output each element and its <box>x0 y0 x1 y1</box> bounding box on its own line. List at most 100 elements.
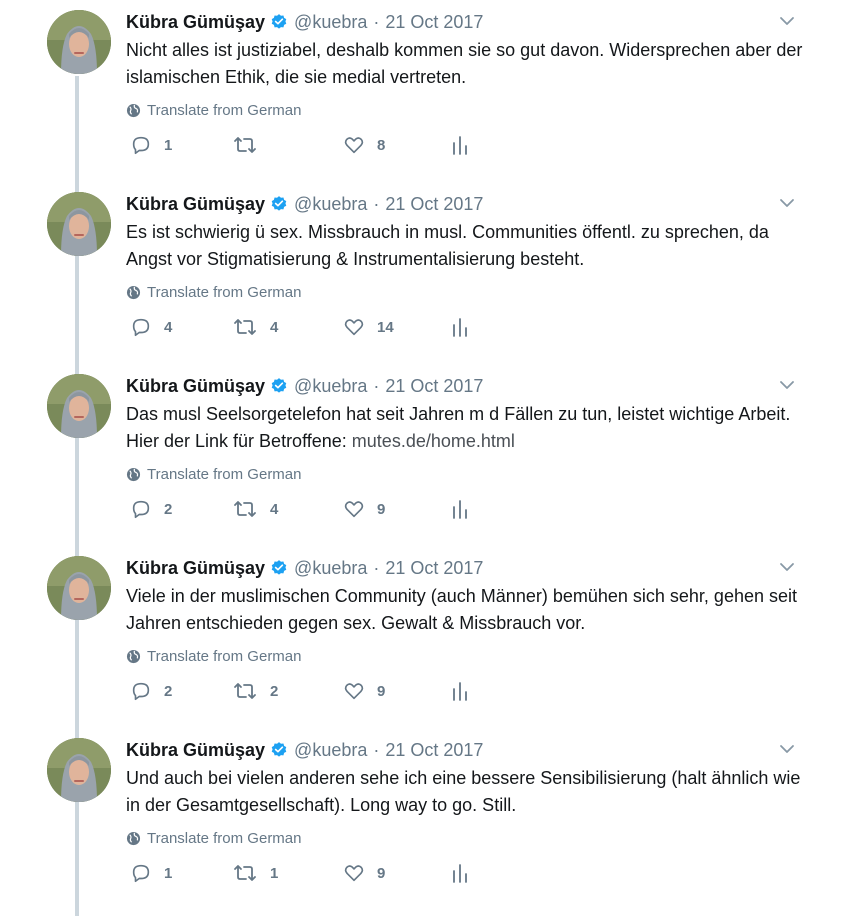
reply-button[interactable]: 2 <box>130 498 172 520</box>
tweet-text-body: Und auch bei vielen anderen sehe ich ein… <box>126 768 801 815</box>
tweet: Kübra Gümüşay @kuebra · 21 Oct 2017 Viel… <box>0 546 846 728</box>
chevron-down-icon[interactable] <box>778 12 796 30</box>
verified-badge-icon <box>270 377 288 395</box>
analytics-button[interactable] <box>452 316 468 338</box>
heart-icon <box>344 137 364 154</box>
chevron-down-icon[interactable] <box>778 558 796 576</box>
tweet-header: Kübra Gümüşay @kuebra · 21 Oct 2017 <box>126 10 483 34</box>
author-name[interactable]: Kübra Gümüşay <box>126 194 265 215</box>
chevron-down-icon[interactable] <box>778 376 796 394</box>
tweet: Kübra Gümüşay @kuebra · 21 Oct 2017 Das … <box>0 364 846 546</box>
tweet-actions: 1 1 9 <box>130 862 490 884</box>
author-name[interactable]: Kübra Gümüşay <box>126 376 265 397</box>
analytics-icon <box>453 136 467 155</box>
tweet-date[interactable]: 21 Oct 2017 <box>385 740 483 761</box>
retweet-button[interactable]: 1 <box>232 862 278 884</box>
retweet-button[interactable]: 4 <box>232 316 278 338</box>
retweet-button[interactable]: 4 <box>232 498 278 520</box>
avatar[interactable] <box>47 738 111 802</box>
verified-badge-icon <box>270 559 288 577</box>
tweet: Kübra Gümüşay @kuebra · 21 Oct 2017 Es i… <box>0 182 846 364</box>
tweet-date[interactable]: 21 Oct 2017 <box>385 558 483 579</box>
tweet-link[interactable]: mutes.de/home.html <box>352 431 515 451</box>
retweet-button[interactable] <box>232 134 270 156</box>
tweet-text: Es ist schwierig ü sex. Missbrauch in mu… <box>126 219 806 273</box>
like-button[interactable]: 9 <box>343 680 385 702</box>
translate-label: Translate from German <box>147 830 302 847</box>
tweet-text-body: Viele in der muslimischen Community (auc… <box>126 586 797 633</box>
tweet-text: Und auch bei vielen anderen sehe ich ein… <box>126 765 806 819</box>
reply-count: 1 <box>164 864 173 882</box>
heart-icon <box>344 501 364 518</box>
reply-icon <box>132 682 150 701</box>
author-name[interactable]: Kübra Gümüşay <box>126 558 265 579</box>
like-count: 9 <box>377 864 386 882</box>
tweet-header: Kübra Gümüşay @kuebra · 21 Oct 2017 <box>126 556 483 580</box>
reply-count: 2 <box>164 682 173 700</box>
separator-dot: · <box>373 193 380 214</box>
retweet-count: 2 <box>270 682 279 700</box>
tweet-date[interactable]: 21 Oct 2017 <box>385 12 483 33</box>
reply-button[interactable]: 1 <box>130 134 172 156</box>
retweet-count: 1 <box>270 864 279 882</box>
like-button[interactable]: 9 <box>343 862 385 884</box>
tweet-actions: 1 8 <box>130 134 490 156</box>
retweet-count: 4 <box>270 500 279 518</box>
tweet-date[interactable]: 21 Oct 2017 <box>385 194 483 215</box>
retweet-icon <box>234 137 256 153</box>
tweet-actions: 4 4 14 <box>130 316 490 338</box>
translate-link[interactable]: Translate from German <box>126 284 302 301</box>
translate-link[interactable]: Translate from German <box>126 830 302 847</box>
reply-icon <box>132 318 150 337</box>
translate-link[interactable]: Translate from German <box>126 102 302 119</box>
like-count: 8 <box>377 136 386 154</box>
author-name[interactable]: Kübra Gümüşay <box>126 12 265 33</box>
analytics-button[interactable] <box>452 134 468 156</box>
author-handle[interactable]: @kuebra <box>294 194 367 215</box>
heart-icon <box>344 683 364 700</box>
avatar[interactable] <box>47 192 111 256</box>
reply-button[interactable]: 2 <box>130 680 172 702</box>
reply-button[interactable]: 4 <box>130 316 172 338</box>
tweet-text-body: Nicht alles ist justiziabel, deshalb kom… <box>126 40 803 87</box>
like-button[interactable]: 8 <box>343 134 385 156</box>
retweet-icon <box>234 865 256 881</box>
retweet-count: 4 <box>270 318 279 336</box>
author-name[interactable]: Kübra Gümüşay <box>126 740 265 761</box>
analytics-button[interactable] <box>452 498 468 520</box>
chevron-down-icon[interactable] <box>778 740 796 758</box>
author-handle[interactable]: @kuebra <box>294 12 367 33</box>
translate-link[interactable]: Translate from German <box>126 648 302 665</box>
author-handle[interactable]: @kuebra <box>294 376 367 397</box>
avatar[interactable] <box>47 10 111 74</box>
reply-count: 4 <box>164 318 173 336</box>
analytics-button[interactable] <box>452 862 468 884</box>
analytics-icon <box>453 864 467 883</box>
tweet-text-body: Es ist schwierig ü sex. Missbrauch in mu… <box>126 222 769 269</box>
tweet-actions: 2 4 9 <box>130 498 490 520</box>
translate-link[interactable]: Translate from German <box>126 466 302 483</box>
author-handle[interactable]: @kuebra <box>294 740 367 761</box>
like-count: 14 <box>377 318 394 336</box>
analytics-button[interactable] <box>452 680 468 702</box>
tweet-date[interactable]: 21 Oct 2017 <box>385 376 483 397</box>
author-handle[interactable]: @kuebra <box>294 558 367 579</box>
translate-label: Translate from German <box>147 466 302 483</box>
verified-badge-icon <box>270 195 288 213</box>
reply-count: 1 <box>164 136 173 154</box>
like-button[interactable]: 9 <box>343 498 385 520</box>
separator-dot: · <box>373 11 380 32</box>
tweet-text: Das musl Seelsorgetelefon hat seit Jahre… <box>126 401 806 455</box>
like-button[interactable]: 14 <box>343 316 394 338</box>
reply-icon <box>132 500 150 519</box>
retweet-button[interactable]: 2 <box>232 680 278 702</box>
tweet-header: Kübra Gümüşay @kuebra · 21 Oct 2017 <box>126 374 483 398</box>
reply-button[interactable]: 1 <box>130 862 172 884</box>
tweet-header: Kübra Gümüşay @kuebra · 21 Oct 2017 <box>126 738 483 762</box>
chevron-down-icon[interactable] <box>778 194 796 212</box>
translate-label: Translate from German <box>147 284 302 301</box>
avatar[interactable] <box>47 374 111 438</box>
tweet: Kübra Gümüşay @kuebra · 21 Oct 2017 Und … <box>0 728 846 910</box>
heart-icon <box>344 319 364 336</box>
avatar[interactable] <box>47 556 111 620</box>
